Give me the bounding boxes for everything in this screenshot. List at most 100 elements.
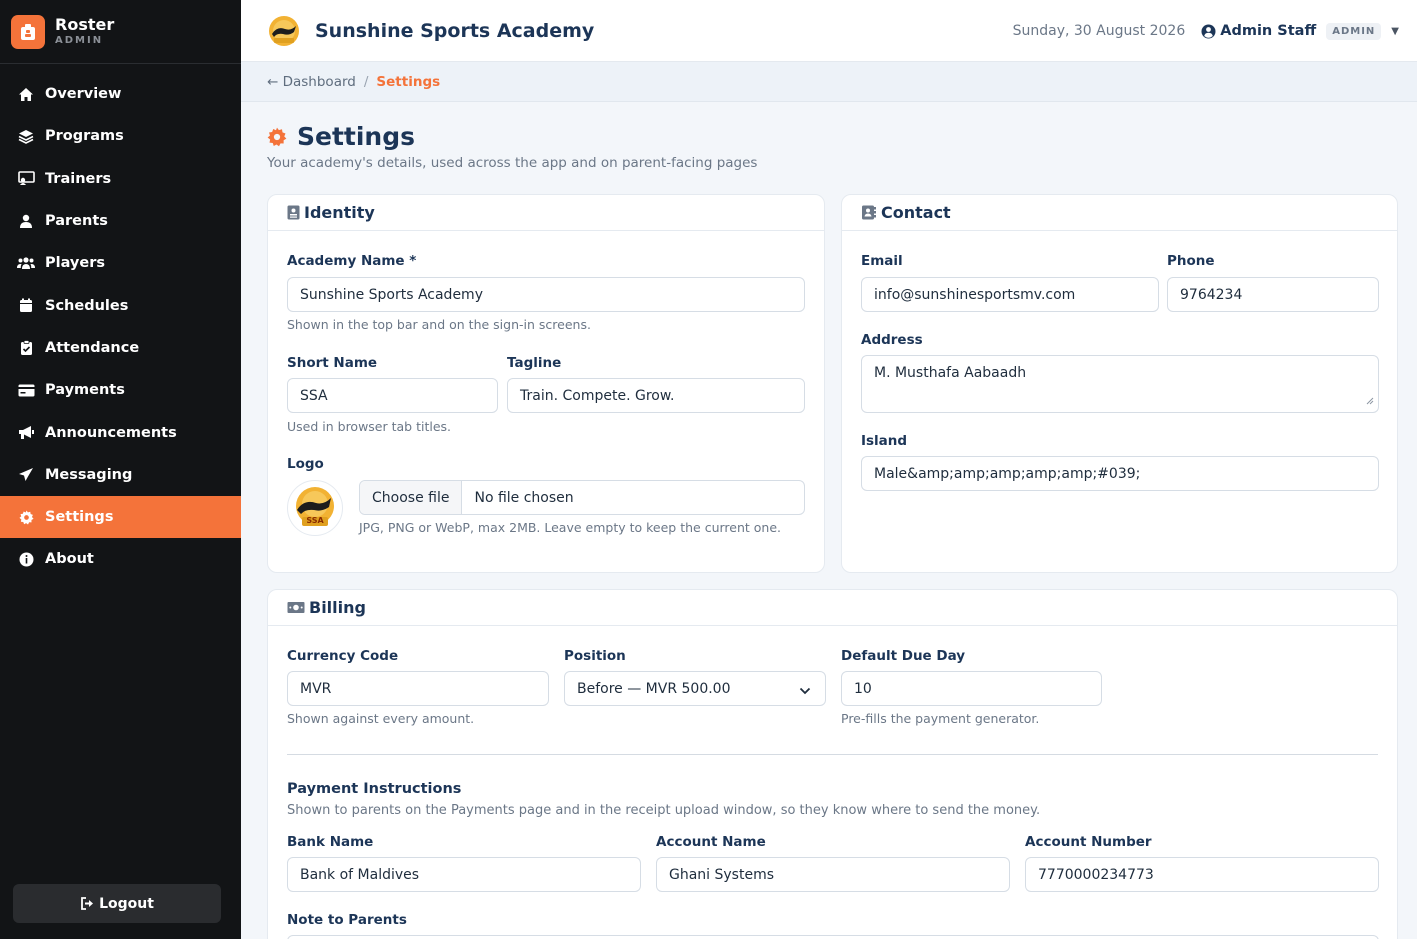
layers-icon [17,127,35,145]
island-field[interactable]: Male&amp;amp;amp;amp;amp;#039; [861,456,1379,491]
sign-out-icon [80,897,95,910]
topbar: Sunshine Sports Academy Sunday, 30 Augus… [241,0,1417,62]
address-textarea[interactable]: M. Musthafa Aabaadh [861,355,1379,413]
sidebar-item-players[interactable]: Players [0,242,241,284]
tagline-label: Tagline [507,355,562,371]
phone-field[interactable]: 9764234 [1167,277,1379,312]
sidebar-item-label: Announcements [45,424,177,441]
sidebar-item-trainers[interactable]: Trainers [0,158,241,200]
credit-card-icon [17,381,35,399]
position-select[interactable]: Before — MVR 500.00 [564,671,826,706]
user-icon [17,212,35,230]
currency-input[interactable]: MVR [287,671,549,706]
page-subtitle: Your academy's details, used across the … [267,155,758,171]
sidebar-nav: Overview Programs Trainers Parents Playe… [0,73,241,581]
address-label: Address [861,332,923,348]
tagline-value: Train. Compete. Grow. [520,387,675,404]
paper-plane-icon [17,466,35,484]
logo-preview: SSA [287,480,343,536]
academy-logo-icon[interactable] [265,12,303,50]
account-name-value: Ghani Systems [669,866,775,883]
position-label: Position [564,648,626,664]
calendar-icon [17,297,35,315]
academy-name-value: Sunshine Sports Academy [300,286,483,303]
brand-subtitle: ADMIN [55,34,104,46]
breadcrumb-separator: / [363,73,369,90]
sidebar-item-label: Parents [45,213,108,230]
address-book-icon [861,205,877,220]
user-circle-icon [1201,24,1216,39]
email-field[interactable]: info@sunshinesportsmv.com [861,277,1159,312]
payment-instructions-help: Shown to parents on the Payments page an… [287,803,1041,818]
sidebar-item-messaging[interactable]: Messaging [0,454,241,496]
sidebar-item-attendance[interactable]: Attendance [0,327,241,369]
sidebar-item-payments[interactable]: Payments [0,369,241,411]
sidebar-item-parents[interactable]: Parents [0,200,241,242]
sidebar-item-label: Messaging [45,466,133,483]
sidebar-item-label: Players [45,255,106,272]
short-name-input[interactable]: SSA [287,378,498,413]
academy-title: Sunshine Sports Academy [315,19,595,42]
sidebar-item-programs[interactable]: Programs [0,115,241,157]
position-value: Before — MVR 500.00 [577,680,731,697]
breadcrumb-current: Settings [376,73,441,90]
due-day-value: 10 [854,680,872,697]
tagline-input[interactable]: Train. Compete. Grow. [507,378,805,413]
user-menu-button[interactable]: Admin Staff [1220,23,1316,39]
page-title: Settings [297,122,416,151]
sidebar-item-label: Programs [45,128,124,145]
brand[interactable]: Roster ADMIN [0,0,241,64]
account-name-input[interactable]: Ghani Systems [656,857,1010,892]
billing-heading: Billing [309,598,366,617]
home-icon [17,85,35,103]
sidebar-item-announcements[interactable]: Announcements [0,411,241,453]
identity-heading: Identity [304,203,375,222]
clipboard-check-icon [17,339,35,357]
sidebar-item-about[interactable]: About [0,538,241,580]
island-label: Island [861,433,908,449]
currency-value: MVR [300,680,332,697]
sidebar-item-schedules[interactable]: Schedules [0,284,241,326]
identity-card: Identity Academy Name * Sunshine Sports … [267,194,825,573]
account-name-label: Account Name [656,834,766,850]
sidebar-item-settings[interactable]: Settings [0,495,241,539]
file-status: No file chosen [474,489,574,506]
short-name-label: Short Name [287,355,378,371]
account-number-value: 7770000234773 [1038,866,1154,883]
email-value: info@sunshinesportsmv.com [874,286,1076,303]
academy-name-label: Academy Name * [287,253,417,269]
due-day-help: Pre-fills the payment generator. [841,711,1040,726]
bank-name-input[interactable]: Bank of Maldives [287,857,641,892]
billing-card: Billing Currency Code MVR Shown against … [267,589,1398,939]
sidebar-item-label: Trainers [45,170,112,187]
phone-value: 9764234 [1180,286,1243,303]
sidebar-item-label: Overview [45,86,122,103]
choose-file-button[interactable]: Choose file [360,481,463,514]
logo-preview-text: SSA [306,516,324,525]
bank-name-label: Bank Name [287,834,374,850]
role-badge: ADMIN [1326,22,1382,40]
gear-icon [17,508,35,526]
due-day-label: Default Due Day [841,648,966,664]
due-day-input[interactable]: 10 [841,671,1102,706]
note-to-parents-label: Note to Parents [287,912,407,928]
whistle-icon [17,170,35,188]
chevron-down-icon[interactable]: ▼ [1391,26,1399,37]
sidebar-item-label: Attendance [45,339,140,356]
brand-title: Roster [55,14,115,34]
breadcrumb-dashboard-link[interactable]: ← Dashboard [267,74,356,90]
sidebar-item-label: About [45,551,94,568]
email-label: Email [861,253,903,269]
logo-file-input[interactable]: Choose file No file chosen [359,480,805,515]
resize-handle-icon[interactable] [1366,393,1374,409]
academy-name-input[interactable]: Sunshine Sports Academy [287,277,805,312]
chevron-down-icon [799,683,811,699]
billing-divider [287,754,1378,755]
sidebar: Roster ADMIN Overview Programs Trainers … [0,0,241,939]
sidebar-item-overview[interactable]: Overview [0,73,241,115]
account-number-input[interactable]: 7770000234773 [1025,857,1379,892]
breadcrumb: ← Dashboard / Settings [241,62,1417,102]
note-to-parents-textarea[interactable] [287,935,1379,939]
currency-help: Shown against every amount. [287,711,475,726]
logout-button[interactable]: Logout [13,884,221,923]
